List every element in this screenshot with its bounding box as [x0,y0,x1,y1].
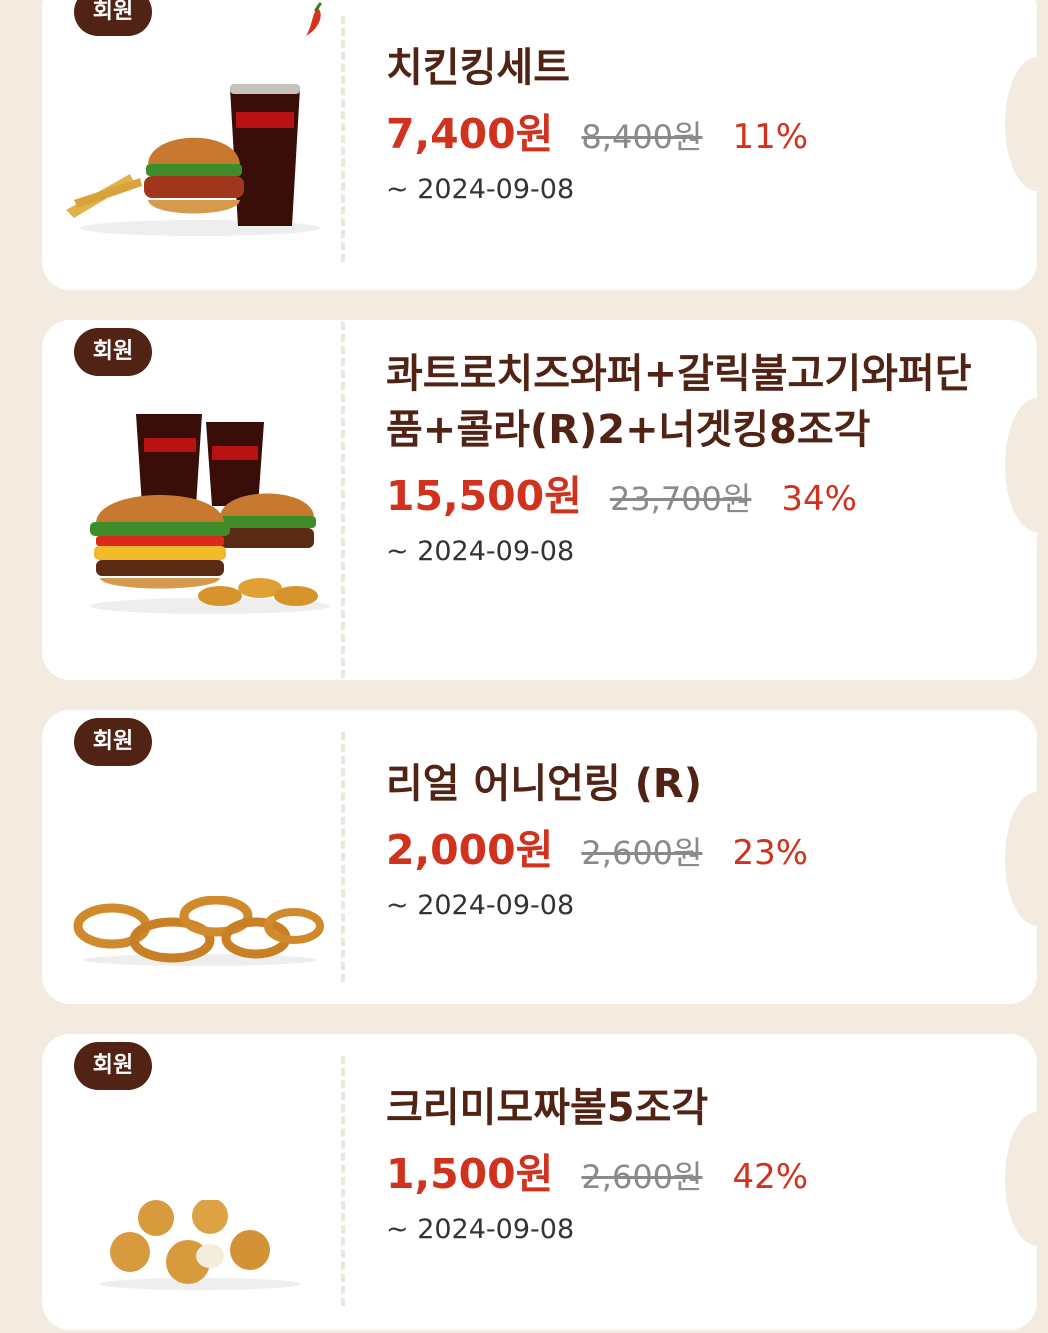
price-row: 1,500원 2,600원 42% [386,1140,977,1200]
coupon-info: 리얼 어니언링 (R) 2,000원 2,600원 23% ~ 2024-09-… [386,756,977,921]
coupon-card[interactable]: 회원 치킨킹세트 7,400원 8,400원 11% ~ 2024-09-08 [42,0,1048,290]
member-badge: 회원 [74,0,152,36]
price-row: 7,400원 8,400원 11% [386,100,977,160]
chicken-king-set-illustration [66,84,320,236]
coupon-name: 크리미모짜볼5조각 [386,1085,709,1131]
ticket-divider [341,322,345,678]
coupon-info: 크리미모짜볼5조각 1,500원 2,600원 42% ~ 2024-09-08 [386,1080,977,1245]
coupon-info: 치킨킹세트 7,400원 8,400원 11% ~ 2024-09-08 [386,40,977,205]
expiry-date: ~ 2024-09-08 [386,174,575,205]
coupon-card[interactable]: 회원 크리미모짜볼5조각 1,500원 2,600원 42% ~ 2024-09… [42,1034,1048,1330]
member-badge: 회원 [74,718,152,766]
coupon-name: 콰트로치즈와퍼+갈릭불고기와퍼단품+콜라(R)2+너겟킹8조각 [386,351,972,453]
expiry-date: ~ 2024-09-08 [386,536,575,567]
sale-price: 7,400원 [386,110,554,158]
original-price: 2,600원 [581,1158,703,1196]
original-price: 23,700원 [609,480,752,518]
sale-price: 1,500원 [386,1150,554,1198]
discount-rate: 23% [732,833,809,873]
whopper-bundle-illustration [90,414,330,614]
mozzarella-balls-illustration [100,1200,300,1290]
ticket-notch [1005,398,1048,532]
coupon-card[interactable]: 회원 리얼 어니언링 (R) 2,000원 2,600원 23% ~ 2024-… [42,710,1048,1004]
ticket-divider [341,732,345,982]
ticket-notch [1005,792,1048,926]
expiry-date: ~ 2024-09-08 [386,1214,575,1245]
chili-pepper-icon [306,2,322,36]
coupon-name: 치킨킹세트 [386,45,570,91]
member-badge: 회원 [74,1042,152,1090]
discount-rate: 11% [732,117,809,157]
discount-rate: 42% [732,1157,809,1197]
discount-rate: 34% [781,479,857,519]
ticket-notch [1005,57,1048,191]
onion-rings-illustration [73,896,324,966]
coupon-info: 콰트로치즈와퍼+갈릭불고기와퍼단품+콜라(R)2+너겟킹8조각 15,500원 … [386,346,977,567]
expiry-date: ~ 2024-09-08 [386,890,575,921]
coupon-name: 리얼 어니언링 (R) [386,761,703,807]
coupon-list-screen: { "badge_label": "회원", "colors": { "bran… [0,0,1048,1333]
price-row: 2,000원 2,600원 23% [386,816,977,876]
sale-price: 2,000원 [386,826,554,874]
ticket-divider [341,16,345,262]
original-price: 2,600원 [581,834,703,872]
original-price: 8,400원 [581,118,703,156]
coupon-card[interactable]: 회원 콰트로치즈와퍼+갈릭불고기와퍼단품+콜라(R)2+너겟킹8조각 15,50… [42,320,1048,680]
sale-price: 15,500원 [386,472,582,520]
ticket-divider [341,1056,345,1306]
price-row: 15,500원 23,700원 34% [386,462,977,522]
member-badge: 회원 [74,328,152,376]
ticket-notch [1005,1112,1048,1246]
